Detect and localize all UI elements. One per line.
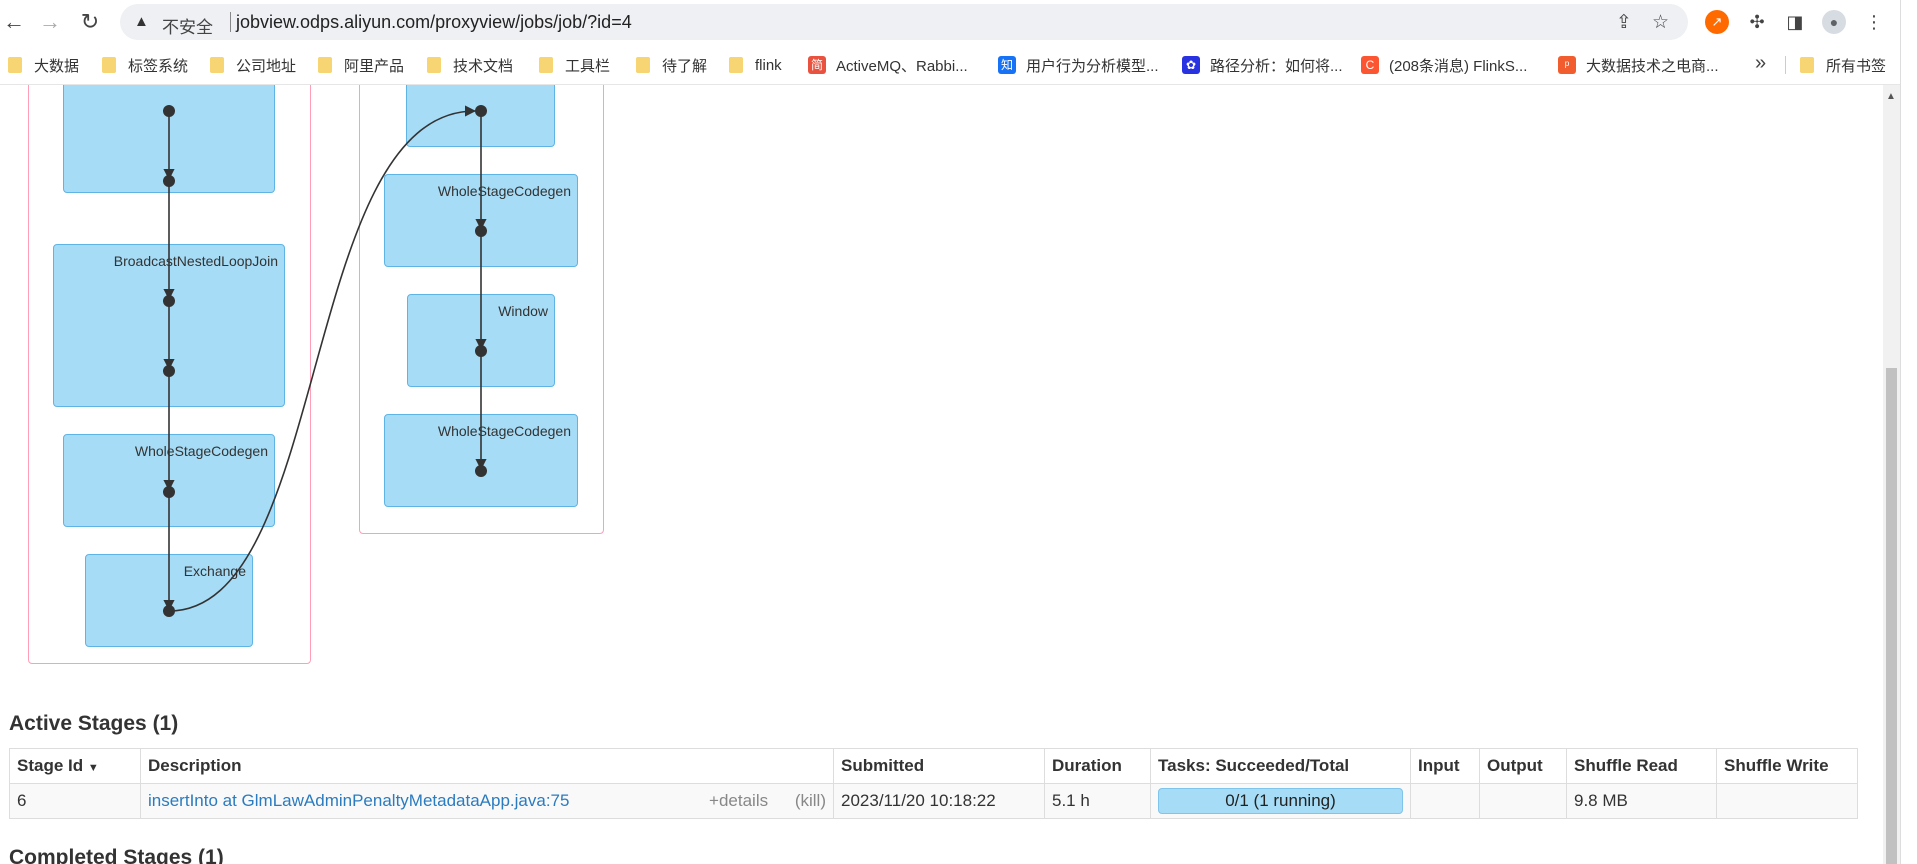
site-favicon-icon: ✿: [1182, 56, 1200, 74]
bookmarks-bar: » 所有书签 大数据 标签系统 公司地址 阿里产品 技术文档 工具栏 待了解 flink 简 Ac…: [0, 44, 1917, 85]
tasks-cell: 0/1 (1 running): [1150, 783, 1411, 819]
reload-icon[interactable]: ↻: [76, 8, 104, 36]
site-favicon-icon: 简: [808, 56, 826, 74]
bookmark-label: 标签系统: [128, 57, 189, 75]
bookmark-label: flink: [755, 56, 782, 74]
column-header-shuffle-read[interactable]: Shuffle Read: [1566, 748, 1717, 784]
folder-icon: [8, 57, 22, 73]
stage-id-cell: 6: [9, 783, 141, 819]
kill-link[interactable]: (kill): [795, 791, 826, 810]
bookmarks-separator: [1785, 56, 1786, 74]
dag-edges: [163, 105, 487, 617]
folder-icon: [427, 57, 441, 73]
all-bookmarks-label: 所有书签: [1826, 57, 1887, 75]
bookmark-item[interactable]: 大数据: [8, 55, 79, 75]
bookmark-label: 工具栏: [565, 57, 611, 75]
column-header-shuffle-write[interactable]: Shuffle Write: [1716, 748, 1858, 784]
address-separator: [230, 12, 231, 32]
column-header-output[interactable]: Output: [1479, 748, 1567, 784]
tasks-progress-bar: 0/1 (1 running): [1158, 788, 1403, 814]
shuffle-read-cell: 9.8 MB: [1566, 783, 1717, 819]
browser-toolbar: ← → ↻ ▲ 不安全 jobview.odps.aliyun.com/prox…: [0, 0, 1917, 44]
bookmark-item[interactable]: flink: [729, 55, 782, 75]
table-header-row: Stage Id ▼ Description Submitted Duratio…: [9, 748, 1858, 784]
sort-desc-icon[interactable]: ▼: [88, 762, 99, 774]
active-stages-table: Stage Id ▼ Description Submitted Duratio…: [9, 748, 1858, 819]
description-cell: insertInto at GlmLawAdminPenaltyMetadata…: [140, 783, 834, 819]
bookmark-label: 待了解: [662, 57, 708, 75]
folder-icon: [636, 57, 650, 73]
profile-avatar-icon[interactable]: ●: [1822, 10, 1846, 34]
scroll-up-icon[interactable]: ▲: [1886, 91, 1896, 102]
star-icon[interactable]: ☆: [1652, 11, 1669, 34]
url-text[interactable]: jobview.odps.aliyun.com/proxyview/jobs/j…: [236, 12, 632, 33]
extension-orange-icon[interactable]: ↗: [1705, 10, 1729, 34]
table-row: 6 insertInto at GlmLawAdminPenaltyMetada…: [9, 783, 1858, 819]
column-header-duration[interactable]: Duration: [1044, 748, 1151, 784]
bookmark-item[interactable]: 待了解: [636, 55, 707, 75]
active-stages-heading[interactable]: Active Stages (1): [9, 712, 178, 736]
vertical-scrollbar[interactable]: ▲: [1883, 85, 1900, 864]
insecure-label[interactable]: 不安全: [162, 13, 213, 38]
input-cell: [1410, 783, 1480, 819]
menu-dots-icon[interactable]: ⋮: [1862, 10, 1886, 34]
bookmark-item[interactable]: 阿里产品: [318, 55, 404, 75]
bookmark-item[interactable]: ✿ 路径分析：如何将...: [1182, 55, 1343, 75]
column-header-tasks[interactable]: Tasks: Succeeded/Total: [1150, 748, 1411, 784]
folder-icon: [539, 57, 553, 73]
bookmark-item[interactable]: 知用户行为分析模型...: [998, 55, 1159, 75]
column-header-description[interactable]: Description: [140, 748, 834, 784]
warning-icon[interactable]: ▲: [134, 13, 149, 30]
bookmark-label: 大数据: [34, 57, 80, 75]
site-favicon-icon: ᵖ: [1558, 56, 1576, 74]
share-icon[interactable]: ⇪: [1616, 11, 1632, 34]
bookmark-label: 路径分析：如何将...: [1210, 57, 1343, 75]
bookmark-item[interactable]: 工具栏: [539, 55, 610, 75]
completed-stages-heading[interactable]: Completed Stages (1): [9, 846, 224, 864]
column-header-stage-id[interactable]: Stage Id ▼: [9, 748, 141, 784]
duration-cell: 5.1 h: [1044, 783, 1151, 819]
bookmark-item[interactable]: 标签系统: [102, 55, 188, 75]
submitted-cell: 2023/11/20 10:18:22: [833, 783, 1045, 819]
stage-description-link[interactable]: insertInto at GlmLawAdminPenaltyMetadata…: [148, 791, 569, 810]
folder-icon: [729, 57, 743, 73]
scrollbar-thumb[interactable]: [1886, 368, 1897, 864]
folder-icon: [1800, 57, 1814, 73]
bookmark-item[interactable]: 公司地址: [210, 55, 296, 75]
folder-icon: [102, 57, 116, 73]
back-icon[interactable]: ←: [0, 8, 28, 36]
output-cell: [1479, 783, 1567, 819]
bookmark-label: 阿里产品: [344, 57, 405, 75]
side-panel-icon[interactable]: ◨: [1783, 10, 1807, 34]
bookmark-item[interactable]: ᵖ 大数据技术之电商...: [1558, 55, 1719, 75]
page-content: BroadcastNestedLoopJoin WholeStageCodege…: [0, 85, 1880, 864]
bookmark-label: 大数据技术之电商...: [1586, 57, 1719, 75]
forward-icon[interactable]: →: [36, 8, 64, 36]
bookmark-item[interactable]: 技术文档: [427, 55, 513, 75]
puzzle-icon[interactable]: ✣: [1745, 10, 1769, 34]
bookmark-item[interactable]: 简 ActiveMQ、Rabbi...: [808, 55, 968, 75]
shuffle-write-cell: [1716, 783, 1858, 819]
address-bar[interactable]: ▲ 不安全 jobview.odps.aliyun.com/proxyview/…: [120, 4, 1688, 40]
tasks-progress-label: 0/1 (1 running): [1225, 791, 1336, 810]
bookmark-label: 技术文档: [453, 57, 514, 75]
side-strip: [1900, 0, 1917, 864]
bookmark-label: (208条消息) FlinkS...: [1389, 57, 1528, 75]
site-favicon-icon: C: [1361, 56, 1379, 74]
site-favicon-icon: 知: [998, 56, 1016, 74]
bookmark-label: 公司地址: [236, 57, 297, 75]
bookmark-label: ActiveMQ、Rabbi...: [836, 57, 968, 75]
more-bookmarks-icon[interactable]: »: [1755, 52, 1766, 75]
bookmark-label: 用户行为分析模型...: [1026, 57, 1159, 75]
folder-icon: [318, 57, 332, 73]
bookmark-item[interactable]: C (208条消息) FlinkS...: [1361, 55, 1527, 75]
column-header-input[interactable]: Input: [1410, 748, 1480, 784]
all-bookmarks-folder[interactable]: 所有书签: [1800, 55, 1886, 75]
folder-icon: [210, 57, 224, 73]
column-header-submitted[interactable]: Submitted: [833, 748, 1045, 784]
details-toggle[interactable]: +details: [709, 791, 768, 810]
